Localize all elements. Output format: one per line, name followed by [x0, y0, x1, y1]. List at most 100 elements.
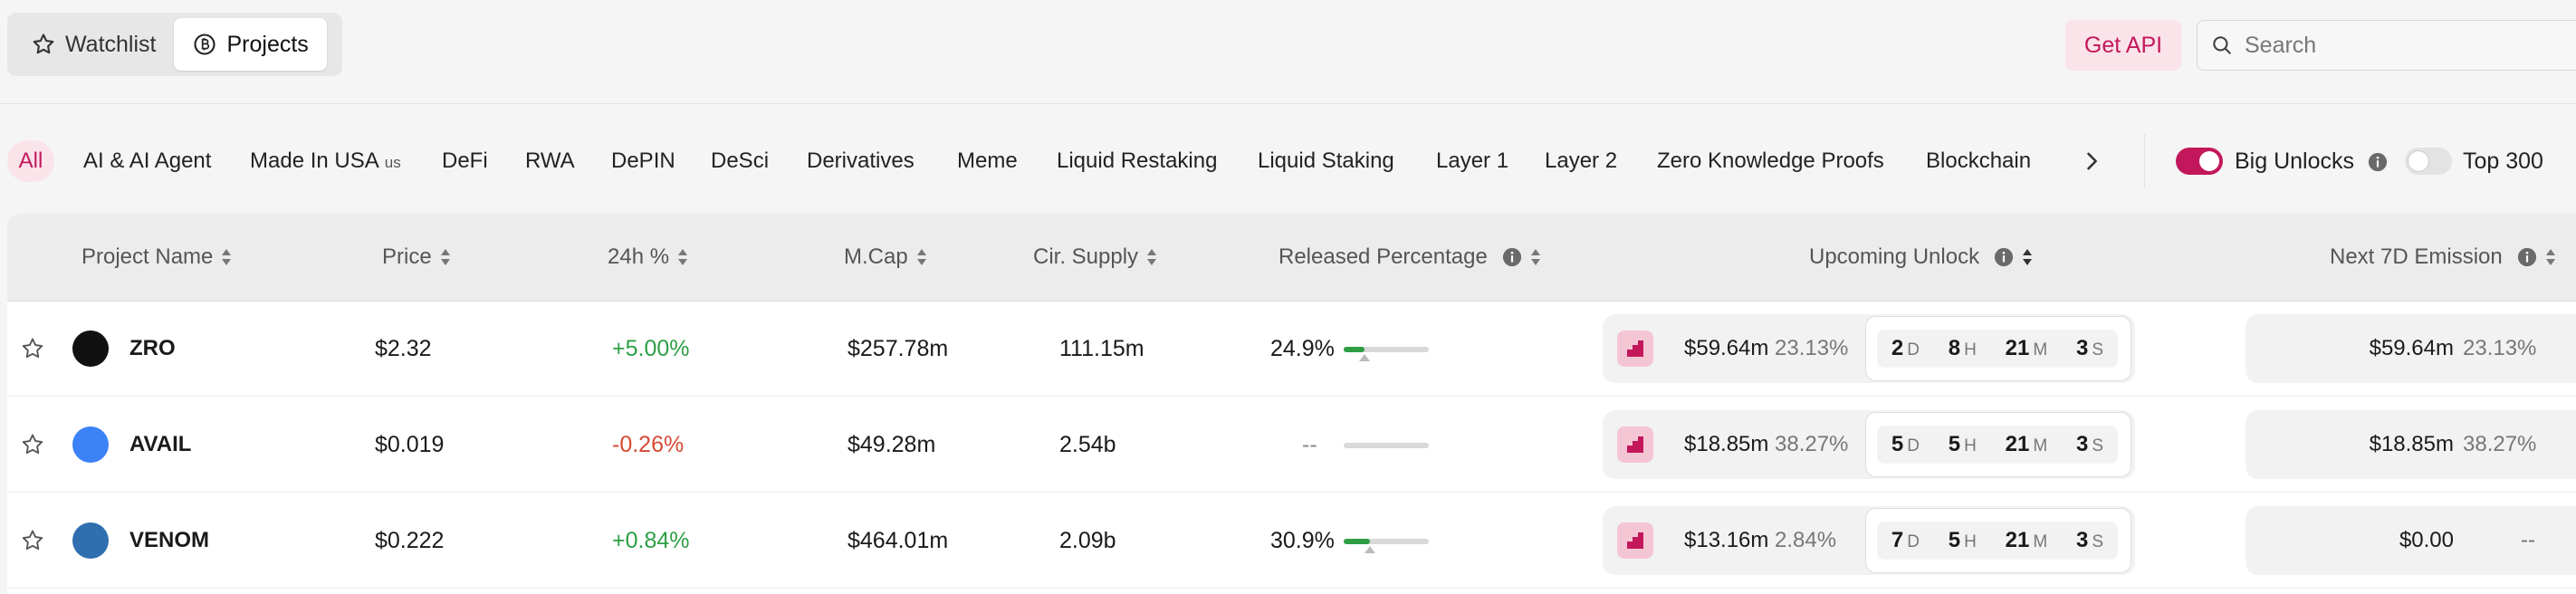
- toggle-knob: [2408, 151, 2428, 171]
- sort-icon: [1530, 249, 1540, 265]
- toggle-knob: [2199, 151, 2219, 171]
- category-liquid-restaking[interactable]: Liquid Restaking: [1057, 145, 1217, 177]
- emission-percentage: 38.27%: [2463, 432, 2537, 456]
- released-progress-bar: [1344, 347, 1429, 352]
- countdown-seconds: 3S: [2076, 336, 2104, 360]
- search-input[interactable]: [2243, 31, 2572, 60]
- category-layer-2[interactable]: Layer 2: [1545, 145, 1617, 177]
- cir-supply-value: 111.15m: [1059, 336, 1144, 361]
- table-row[interactable]: VENOM $0.222 +0.84% $464.01m 2.09b 30.9%…: [7, 493, 2576, 589]
- info-icon[interactable]: [1502, 247, 1522, 267]
- info-icon[interactable]: [2517, 247, 2537, 267]
- column-label: Project Name: [81, 244, 214, 269]
- category-all[interactable]: All: [7, 140, 54, 182]
- emission-value: $0.00: [2399, 528, 2454, 552]
- category-meme[interactable]: Meme: [957, 145, 1018, 177]
- category-layer-1[interactable]: Layer 1: [1436, 145, 1508, 177]
- column-mcap[interactable]: M.Cap: [844, 241, 928, 273]
- released-percentage-value: 30.9%: [1270, 528, 1335, 553]
- sort-icon: [678, 249, 688, 265]
- category-derivatives[interactable]: Derivatives: [807, 145, 915, 177]
- progress-fill: [1344, 539, 1370, 544]
- info-icon[interactable]: [2368, 152, 2388, 172]
- info-icon[interactable]: [1994, 247, 2014, 267]
- category-ai-agent[interactable]: AI & AI Agent: [83, 145, 211, 177]
- chevron-right-icon[interactable]: [2079, 148, 2104, 174]
- table-row[interactable]: ZRO $2.32 +5.00% $257.78m 111.15m 24.9% …: [7, 302, 2576, 397]
- countdown-minutes: 21 M: [2005, 336, 2048, 360]
- table-row[interactable]: AVAIL $0.019 -0.26% $49.28m 2.54b -- $18…: [7, 398, 2576, 493]
- category-zk-proofs[interactable]: Zero Knowledge Proofs: [1657, 145, 1884, 177]
- column-upcoming-unlock[interactable]: Upcoming Unlock: [1809, 241, 2034, 273]
- category-made-in-usa[interactable]: Made In USA us: [250, 145, 401, 177]
- countdown-seconds: 3S: [2076, 432, 2104, 456]
- category-liquid-staking[interactable]: Liquid Staking: [1258, 145, 1394, 177]
- table-header: Project Name Price 24h % M.Cap Cir. Supp…: [7, 214, 2576, 302]
- column-released-percentage[interactable]: Released Percentage: [1278, 241, 1542, 273]
- change-24h-value: +5.00%: [612, 336, 690, 361]
- unlock-percentage: 2.84%: [1775, 528, 1837, 552]
- category-blockchain[interactable]: Blockchain: [1926, 145, 2031, 177]
- column-label: M.Cap: [844, 244, 908, 269]
- top-300-label: Top 300: [2463, 148, 2543, 174]
- star-icon: [33, 34, 54, 54]
- upcoming-unlock-card[interactable]: $18.85m 38.27% 5D 5H 21 M 3S: [1603, 410, 2135, 479]
- coin-icon: [194, 34, 216, 55]
- unlock-percentage: 38.27%: [1775, 432, 1849, 456]
- top-300-toggle[interactable]: [2405, 148, 2452, 175]
- released-percentage-value: 24.9%: [1270, 336, 1335, 361]
- project-name[interactable]: AVAIL: [129, 428, 191, 461]
- column-label: 24h %: [608, 244, 670, 269]
- unlock-value: $13.16m: [1684, 528, 1769, 552]
- view-toggle: Watchlist Projects: [7, 13, 342, 76]
- upcoming-unlock-card[interactable]: $59.64m 23.13% 2D 8H 21 M 3S: [1603, 314, 2135, 383]
- countdown-days: 7D: [1891, 528, 1920, 552]
- sort-icon: [1147, 249, 1157, 265]
- star-icon[interactable]: [20, 528, 45, 553]
- price-value: $2.32: [375, 336, 432, 361]
- column-label: Upcoming Unlock: [1809, 244, 1980, 269]
- mcap-value: $464.01m: [847, 528, 949, 553]
- upcoming-unlock-card[interactable]: $13.16m 2.84% 7D 5H 21 M 3S: [1603, 506, 2135, 575]
- get-api-button[interactable]: Get API: [2065, 20, 2181, 71]
- project-logo: [72, 522, 109, 559]
- big-unlocks-label: Big Unlocks: [2235, 148, 2354, 174]
- star-icon[interactable]: [20, 336, 45, 361]
- countdown-minutes: 21 M: [2005, 432, 2048, 456]
- project-name[interactable]: ZRO: [129, 332, 176, 365]
- search-box[interactable]: [2197, 20, 2576, 71]
- tab-watchlist[interactable]: Watchlist: [13, 18, 174, 71]
- divider: [0, 103, 2576, 104]
- tab-projects[interactable]: Projects: [174, 18, 327, 71]
- project-name[interactable]: VENOM: [129, 524, 209, 557]
- countdown-minutes: 21 M: [2005, 528, 2048, 552]
- release-marker: [1365, 546, 1375, 553]
- star-icon[interactable]: [20, 432, 45, 457]
- unlock-value: $59.64m: [1684, 336, 1769, 360]
- column-price[interactable]: Price: [382, 241, 452, 273]
- unlock-percentage: 23.13%: [1775, 336, 1849, 360]
- category-defi[interactable]: DeFi: [442, 145, 488, 177]
- column-24h-change[interactable]: 24h %: [608, 241, 689, 273]
- cir-supply-value: 2.54b: [1059, 432, 1116, 457]
- column-label: Cir. Supply: [1033, 244, 1139, 269]
- released-progress-bar: [1344, 539, 1429, 544]
- column-next-7d-emission[interactable]: Next 7D Emission: [2330, 241, 2557, 273]
- project-logo: [72, 331, 109, 367]
- tab-watchlist-label: Watchlist: [65, 31, 157, 57]
- big-unlocks-toggle[interactable]: [2176, 148, 2223, 175]
- cir-supply-value: 2.09b: [1059, 528, 1116, 553]
- column-project-name[interactable]: Project Name: [81, 241, 233, 273]
- usa-flag-badge: us: [384, 154, 401, 171]
- category-rwa[interactable]: RWA: [525, 145, 575, 177]
- countdown-days: 2D: [1891, 336, 1920, 360]
- column-cir-supply[interactable]: Cir. Supply: [1033, 241, 1158, 273]
- released-percentage-value: --: [1302, 432, 1317, 457]
- unlock-countdown: 7D 5H 21 M 3S: [1865, 508, 2131, 573]
- price-value: $0.222: [375, 528, 445, 553]
- category-depin[interactable]: DePIN: [611, 145, 675, 177]
- category-desci[interactable]: DeSci: [711, 145, 769, 177]
- unlock-countdown: 5D 5H 21 M 3S: [1865, 412, 2131, 477]
- price-value: $0.019: [375, 432, 445, 457]
- project-logo: [72, 426, 109, 463]
